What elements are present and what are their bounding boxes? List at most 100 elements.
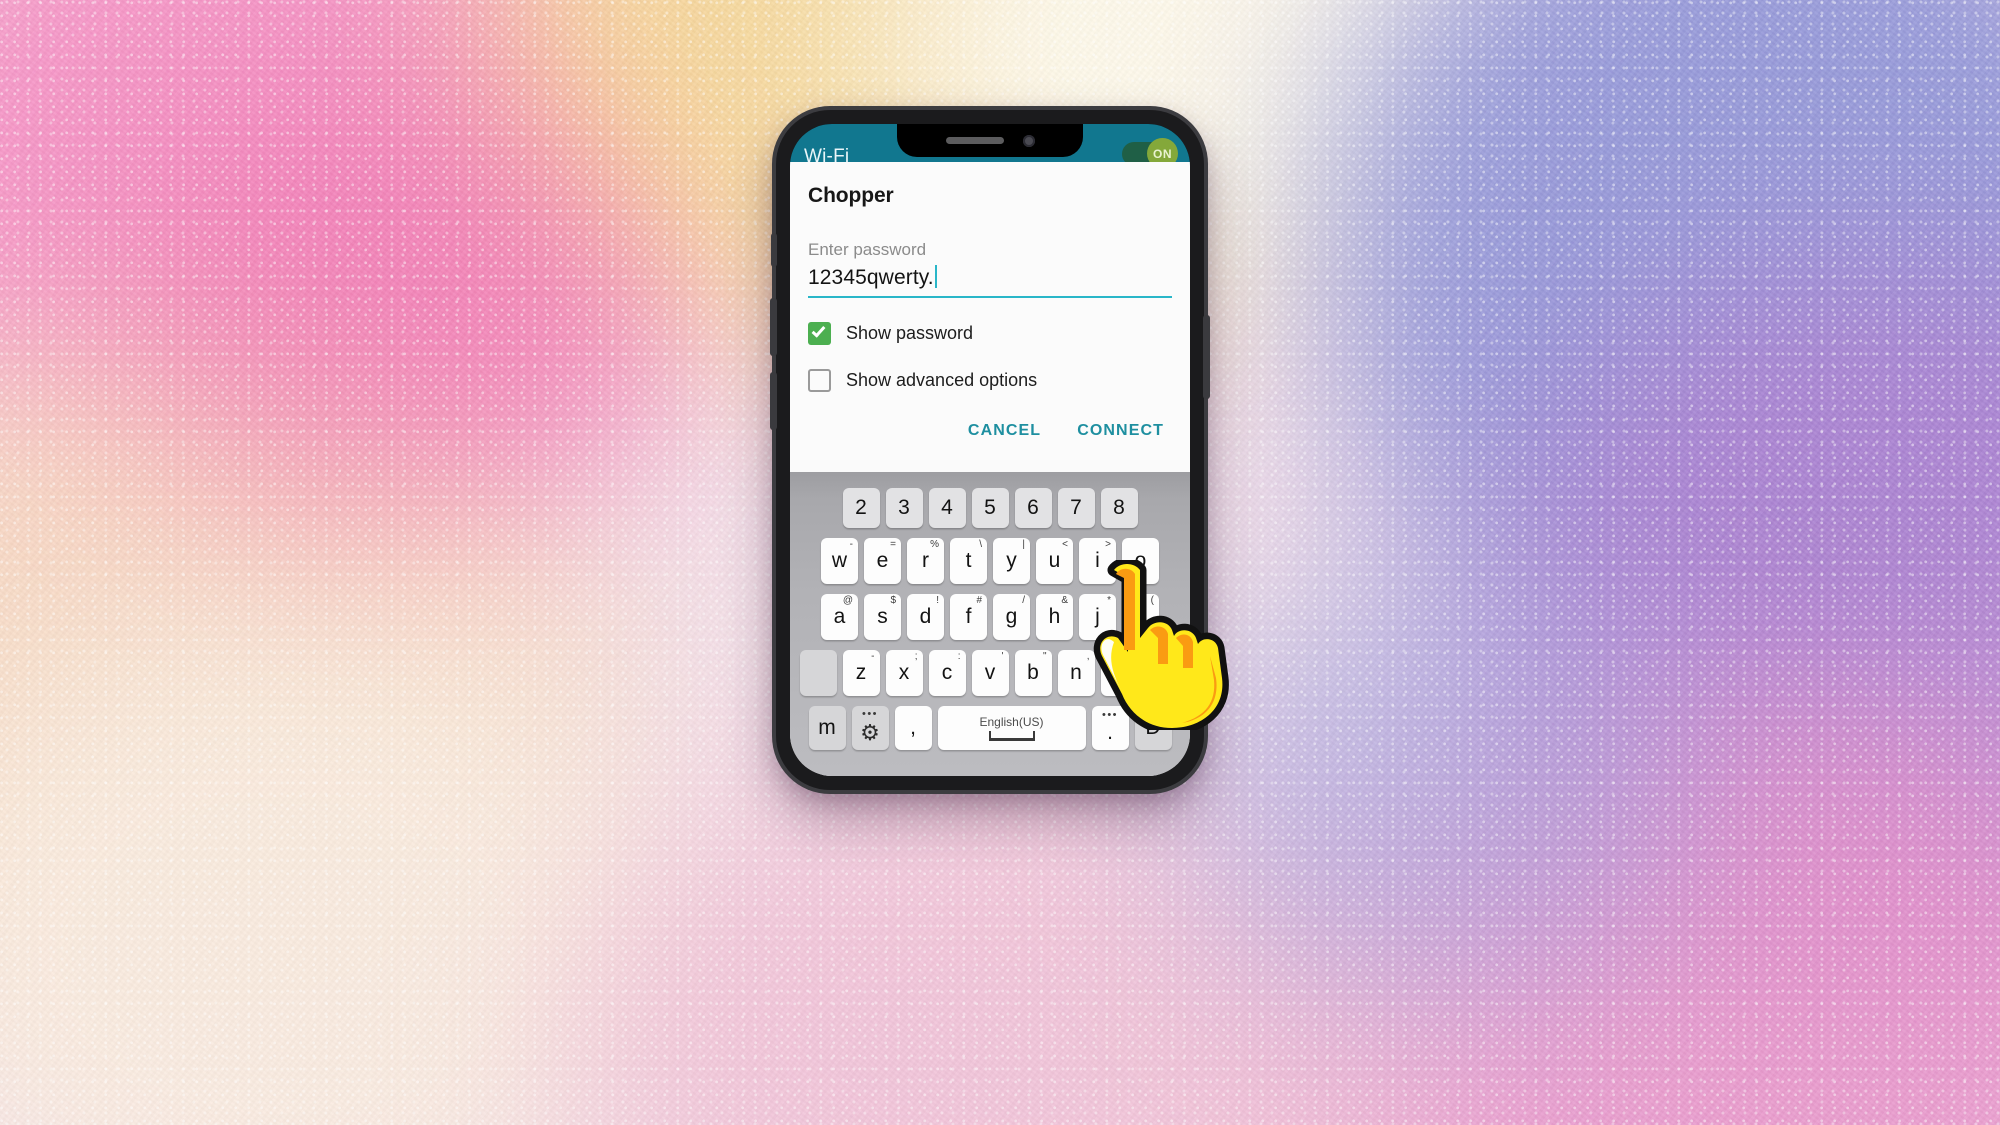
key-5[interactable]: 5: [971, 488, 1009, 528]
key-o-label: o: [1134, 549, 1147, 572]
key-d[interactable]: ! d: [907, 594, 944, 640]
show-advanced-options-label: Show advanced options: [846, 370, 1038, 390]
key-w-symbol: -: [849, 539, 853, 550]
key-a-label: a: [833, 605, 846, 628]
key-b[interactable]: " b: [1014, 650, 1052, 696]
key-h-symbol: &: [1061, 595, 1068, 606]
key-c-symbol: :: [957, 651, 961, 662]
key-o[interactable]: o: [1122, 538, 1159, 584]
key-n-symbol: ,: [1086, 651, 1090, 662]
key-comma[interactable]: ,: [894, 706, 932, 750]
show-password-checkbox[interactable]: [808, 322, 831, 345]
key-f-symbol: #: [976, 595, 982, 606]
key-m[interactable]: ? m: [1100, 650, 1138, 696]
key-m-symbol: ?: [1126, 651, 1133, 662]
key-period[interactable]: ••• .: [1091, 706, 1129, 750]
key-h[interactable]: & h: [1036, 594, 1073, 640]
key-g-label: g: [1005, 605, 1018, 628]
keyboard-settings-button[interactable]: ••• ⚙: [851, 706, 889, 750]
key-4[interactable]: 4: [928, 488, 966, 528]
key-x-label: x: [898, 661, 910, 684]
key-j-label: j: [1095, 605, 1100, 628]
volume-down-button[interactable]: [770, 372, 777, 430]
key-s[interactable]: $ s: [864, 594, 901, 640]
key-z[interactable]: -z: [842, 650, 880, 696]
keyboard-row-bottom-letters: -z ; x :c ' v " b ,n ? m: [790, 650, 1190, 696]
key-e-symbol: =: [890, 539, 896, 550]
key-g-symbol: /: [1022, 595, 1025, 606]
power-button[interactable]: [1203, 315, 1210, 399]
cancel-button[interactable]: CANCEL: [968, 422, 1041, 440]
key-c[interactable]: :c: [928, 650, 966, 696]
key-i-label: i: [1095, 549, 1100, 572]
key-symbols-partial[interactable]: m: [808, 706, 846, 750]
wifi-toggle-label: ON: [1153, 146, 1172, 161]
keyboard-row-qwerty: -w = e % r \ t | y < u > i o: [790, 538, 1190, 584]
password-input-wrapper[interactable]: 12345qwerty.: [808, 265, 1172, 298]
dialog-actions: CANCEL CONNECT: [808, 422, 1172, 448]
key-h-label: h: [1048, 605, 1061, 628]
key-k-label: k: [1135, 605, 1146, 628]
key-u-label: u: [1048, 549, 1061, 572]
key-7[interactable]: 7: [1057, 488, 1095, 528]
key-c-label: c: [941, 661, 953, 684]
key-x-symbol: ;: [914, 651, 918, 662]
key-s-label: s: [877, 605, 888, 628]
show-advanced-row[interactable]: Show advanced options: [808, 369, 1172, 392]
key-m-label: m: [1110, 661, 1128, 684]
key-y-label: y: [1006, 549, 1017, 572]
earpiece-speaker: [945, 137, 1004, 144]
key-t[interactable]: \ t: [950, 538, 987, 584]
key-r[interactable]: % r: [907, 538, 944, 584]
connect-button[interactable]: CONNECT: [1077, 422, 1164, 440]
phone-device: Wi-Fi ON Chopper Enter password 12345qwe…: [770, 110, 1210, 790]
key-i[interactable]: > i: [1079, 538, 1116, 584]
key-j[interactable]: * j: [1079, 594, 1116, 640]
key-v-symbol: ': [1001, 651, 1004, 662]
key-e[interactable]: = e: [864, 538, 901, 584]
key-u[interactable]: < u: [1036, 538, 1073, 584]
key-shift-partial[interactable]: [799, 650, 837, 696]
key-d-symbol: !: [936, 595, 939, 606]
spacebar-glyph: [988, 731, 1035, 741]
show-advanced-options-checkbox[interactable]: [808, 369, 831, 392]
key-2[interactable]: 2: [842, 488, 880, 528]
key-i-symbol: >: [1105, 539, 1111, 550]
key-a-symbol: @: [842, 595, 853, 606]
phone-notch: [897, 124, 1083, 157]
key-x[interactable]: ; x: [885, 650, 923, 696]
dialog-title: Chopper: [808, 184, 894, 207]
key-k[interactable]: (k: [1122, 594, 1159, 640]
silent-switch-button[interactable]: [771, 233, 777, 267]
key-n[interactable]: ,n: [1057, 650, 1095, 696]
triple-dot-icon: •••: [861, 707, 879, 720]
on-screen-keyboard[interactable]: 2 3 4 5 6 7 8 -w = e % r \ t | y < u > i o @ a …: [790, 472, 1190, 776]
key-done-partial[interactable]: D: [1134, 706, 1172, 750]
key-w[interactable]: -w: [821, 538, 858, 584]
key-v[interactable]: ' v: [971, 650, 1009, 696]
key-spacebar[interactable]: English(US): [937, 706, 1086, 750]
password-field-label: Enter password: [808, 240, 927, 259]
key-6[interactable]: 6: [1014, 488, 1052, 528]
volume-up-button[interactable]: [770, 298, 777, 356]
key-u-symbol: <: [1062, 539, 1068, 550]
key-backspace-partial[interactable]: [1143, 650, 1181, 696]
key-y[interactable]: | y: [993, 538, 1030, 584]
text-caret: [934, 265, 937, 288]
key-w-label: w: [831, 549, 848, 572]
key-s-symbol: $: [890, 595, 896, 606]
key-z-symbol: -: [871, 651, 875, 662]
password-input[interactable]: 12345qwerty.: [808, 266, 934, 290]
key-b-symbol: ": [1042, 651, 1047, 662]
key-f-label: f: [965, 605, 972, 628]
key-3[interactable]: 3: [885, 488, 923, 528]
wifi-password-dialog: Chopper Enter password 12345qwerty. Show…: [790, 162, 1190, 460]
key-y-symbol: |: [1022, 539, 1025, 550]
key-g[interactable]: / g: [993, 594, 1030, 640]
key-r-symbol: %: [930, 539, 939, 550]
key-8[interactable]: 8: [1100, 488, 1138, 528]
key-f[interactable]: # f: [950, 594, 987, 640]
check-icon: [811, 323, 826, 338]
key-a[interactable]: @ a: [821, 594, 858, 640]
show-password-row[interactable]: Show password: [808, 322, 1172, 345]
